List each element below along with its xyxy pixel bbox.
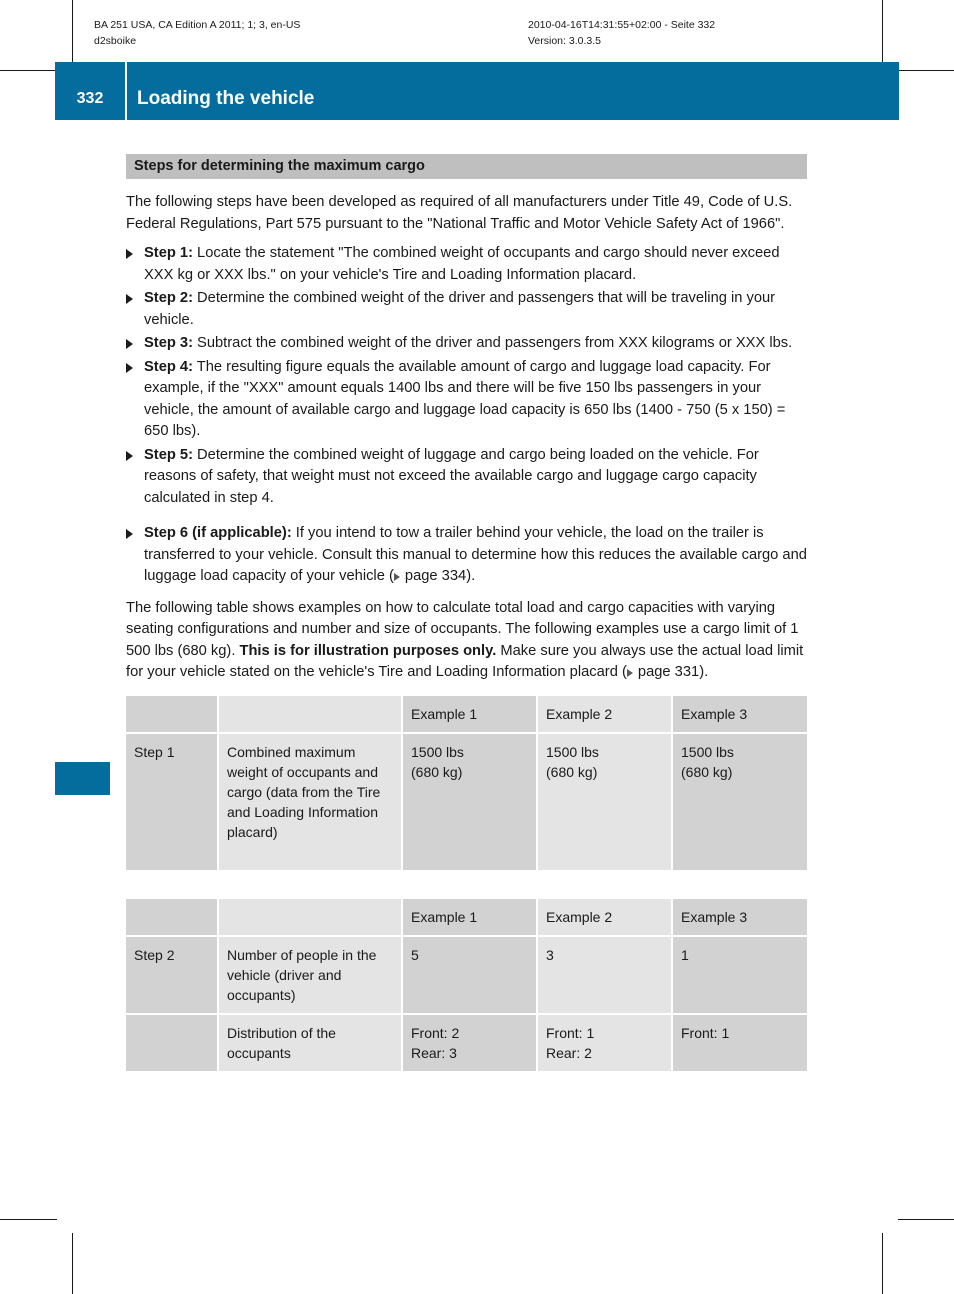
table-header-cell-example-2: Example 2 <box>537 898 673 937</box>
table-cell-value-example-1: 5 <box>402 935 538 1015</box>
table-row: Distribution of the occupants Front: 2 R… <box>126 1013 807 1071</box>
header-divider <box>125 62 127 120</box>
production-slug-right: 2010-04-16T14:31:55+02:00 - Seite 332 Ve… <box>528 17 715 49</box>
list-item: Step 4: The resulting figure equals the … <box>126 357 807 443</box>
chapter-tab-marker <box>55 762 110 795</box>
section-heading: Steps for determining the maximum cargo <box>126 154 807 179</box>
crop-mark-bottom-left-horizontal <box>0 1219 57 1220</box>
step-text: Locate the statement "The combined weigh… <box>144 245 780 283</box>
closing-part3: ). <box>699 664 709 680</box>
table-header-row: Example 1 Example 2 Example 3 <box>126 695 807 734</box>
table-cell-value-example-2: 1500 lbs (680 kg) <box>537 732 673 870</box>
table-header-cell-example-3: Example 3 <box>672 898 807 937</box>
list-item: Step 2: Determine the combined weight of… <box>126 288 807 331</box>
table-cell-step: Step 2 <box>126 935 219 1015</box>
table-cell-value-example-1: 1500 lbs (680 kg) <box>402 732 538 870</box>
page-reference-icon <box>626 669 633 677</box>
table-header-cell-example-2: Example 2 <box>537 695 673 734</box>
table-cell-step <box>126 1013 219 1071</box>
closing-bold-note: This is for illustration purposes only. <box>239 642 497 659</box>
production-slug-left: BA 251 USA, CA Edition A 2011; 1; 3, en-… <box>94 17 300 49</box>
table-header-cell <box>218 695 403 734</box>
page-reference-link[interactable]: page 334 <box>401 568 466 584</box>
triangle-bullet-icon <box>126 294 133 304</box>
page-reference-icon <box>393 573 400 581</box>
triangle-bullet-icon <box>126 339 133 349</box>
list-item: Step 3: Subtract the combined weight of … <box>126 333 807 355</box>
table-cell-step: Step 1 <box>126 732 219 870</box>
table-cell-description: Number of people in the vehicle (driver … <box>218 935 403 1015</box>
slug-user-id: d2sboike <box>94 35 137 47</box>
step-label: Step 3: <box>144 335 193 351</box>
steps-list: Step 1: Locate the statement "The combin… <box>126 243 807 509</box>
closing-paragraph: The following table shows examples on ho… <box>126 598 807 684</box>
table-header-cell <box>126 695 219 734</box>
cargo-table-step2: Example 1 Example 2 Example 3 Step 2 Num… <box>126 898 807 1071</box>
step-label: Step 5: <box>144 446 193 463</box>
step-text: Determine the combined weight of the dri… <box>144 290 776 328</box>
step-label: Step 4: <box>144 358 193 375</box>
step-label: Step 6 (if applicable): <box>144 525 292 541</box>
table-header-cell <box>126 898 219 937</box>
triangle-bullet-icon <box>126 450 133 461</box>
table-spacer <box>126 870 807 899</box>
page-title: Loading the vehicle <box>137 88 315 109</box>
crop-mark-bottom-left-vertical <box>72 1233 73 1294</box>
list-item: Step 5: Determine the combined weight of… <box>126 445 807 510</box>
table-header-cell-example-1: Example 1 <box>402 695 538 734</box>
table-row: Step 2 Number of people in the vehicle (… <box>126 935 807 1015</box>
triangle-bullet-icon <box>126 529 133 539</box>
table-cell-value-example-3: 1 <box>672 935 807 1015</box>
table-header-cell-example-1: Example 1 <box>402 898 538 937</box>
triangle-bullet-icon <box>126 249 133 259</box>
table-cell-value-example-3: Front: 1 <box>672 1013 807 1071</box>
step-label: Step 2: <box>144 290 193 306</box>
step-text-after: ). <box>466 568 476 584</box>
page-reference-link[interactable]: page 331 <box>634 664 699 680</box>
table-cell-value-example-2: 3 <box>537 935 673 1015</box>
crop-mark-top-left-horizontal <box>0 70 57 71</box>
crop-mark-bottom-right-horizontal <box>898 1219 954 1220</box>
table-cell-value-example-2: Front: 1 Rear: 2 <box>537 1013 673 1071</box>
slug-version: Version: 3.0.3.5 <box>528 35 601 47</box>
table-cell-description: Distribution of the occupants <box>218 1013 403 1071</box>
triangle-bullet-icon <box>126 362 133 373</box>
intro-paragraph: The following steps have been developed … <box>126 194 793 232</box>
crop-mark-top-right-vertical <box>882 0 883 62</box>
table-header-cell-example-3: Example 3 <box>672 695 807 734</box>
crop-mark-top-left-vertical <box>72 0 73 62</box>
page-number: 332 <box>76 90 104 107</box>
step-label: Step 1: <box>144 245 193 261</box>
list-item: Step 1: Locate the statement "The combin… <box>126 243 807 286</box>
list-item: Step 6 (if applicable): If you intend to… <box>126 523 807 588</box>
table-cell-value-example-1: Front: 2 Rear: 3 <box>402 1013 538 1071</box>
table-cell-value-example-3: 1500 lbs (680 kg) <box>672 732 807 870</box>
table-cell-description: Combined maximum weight of occupants and… <box>218 732 403 870</box>
table-row: Step 1 Combined maximum weight of occupa… <box>126 732 807 870</box>
steps-list-continued: Step 6 (if applicable): If you intend to… <box>126 523 807 588</box>
step-text: Determine the combined weight of luggage… <box>144 446 759 506</box>
slug-timestamp: 2010-04-16T14:31:55+02:00 - Seite 332 <box>528 19 716 31</box>
slug-document-id: BA 251 USA, CA Edition A 2011; 1; 3, en-… <box>94 19 301 31</box>
content-column: Steps for determining the maximum cargo … <box>126 154 807 1071</box>
crop-mark-top-right-horizontal <box>898 70 954 71</box>
cargo-table-step1: Example 1 Example 2 Example 3 Step 1 Com… <box>126 695 807 870</box>
step-text: The resulting figure equals the availabl… <box>144 358 786 440</box>
crop-mark-bottom-right-vertical <box>882 1233 883 1294</box>
table-header-cell <box>218 898 403 937</box>
step-text: Subtract the combined weight of the driv… <box>192 335 793 351</box>
table-header-row: Example 1 Example 2 Example 3 <box>126 898 807 937</box>
page-header-band: 332 Loading the vehicle <box>55 62 899 120</box>
